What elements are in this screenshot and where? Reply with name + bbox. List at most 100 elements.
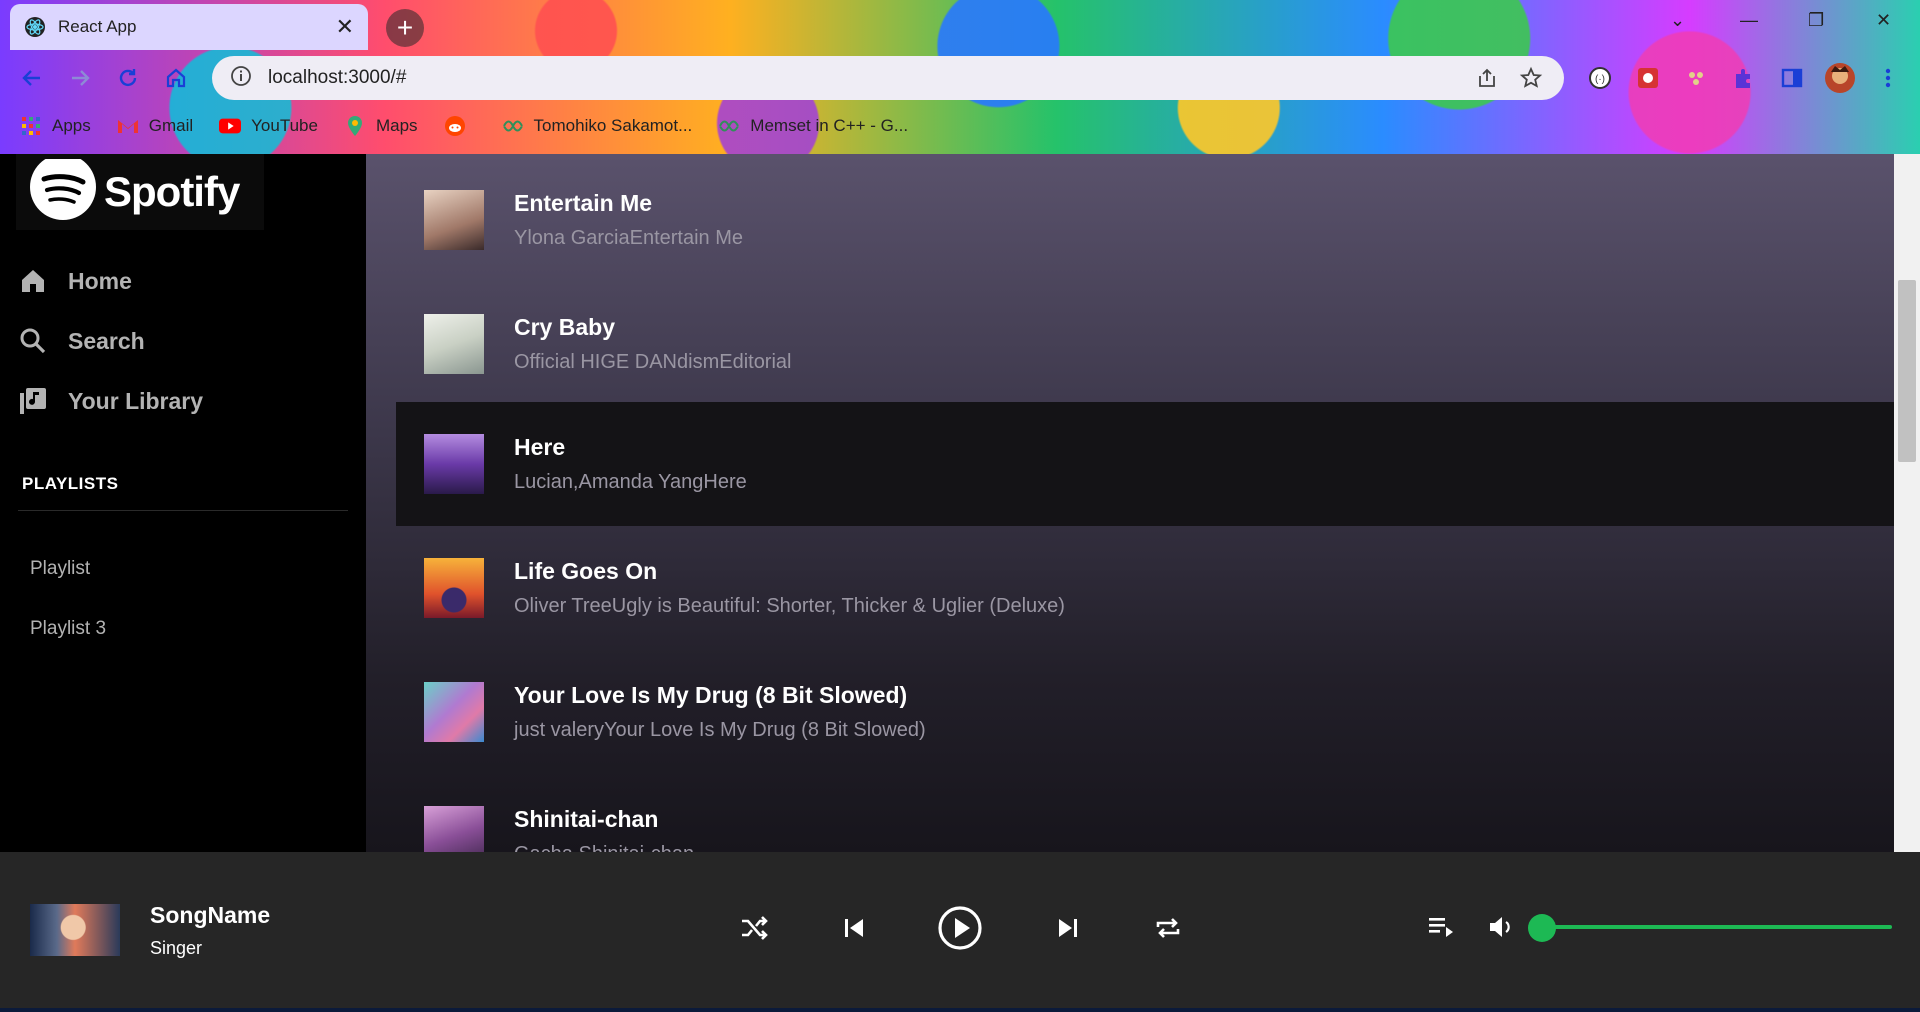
track-subtitle: Gacha Shinitai-chan [514,843,694,852]
track-title: Cry Baby [514,314,615,340]
reload-icon[interactable] [112,62,144,94]
library-icon [18,386,48,416]
spotify-logo-icon [30,159,96,220]
track-row[interactable]: Shinitai-chan Gacha Shinitai-chan [396,774,1894,852]
bookmarks-bar: Apps Gmail YouTube Maps Tomohiko Sakamot… [0,110,934,142]
minimize-icon[interactable]: — [1740,10,1758,31]
new-tab-button[interactable]: + [386,9,424,47]
home-browser-icon[interactable] [160,62,192,94]
sidebar: Spotify Home Search Your Library PLAYLIS… [0,154,366,852]
track-row[interactable]: Your Love Is My Drug (8 Bit Slowed) just… [396,650,1894,774]
bookmark-apps[interactable]: Apps [20,115,91,137]
album-art [424,434,484,494]
track-list: Entertain Me Ylona GarciaEntertain Me Cr… [366,154,1894,852]
extensions-puzzle-icon[interactable] [1728,62,1760,94]
bookmark-label: Maps [375,116,418,135]
url-text[interactable]: localhost:3000/# [268,67,1458,89]
album-art [424,190,484,250]
logo-text: Spotify [104,168,240,215]
play-button[interactable] [936,904,984,952]
link-icon [718,115,740,137]
share-icon[interactable] [1472,63,1502,93]
track-title: Entertain Me [514,190,653,216]
bookmark-label: Tomohiko Sakamot... [533,116,693,135]
search-icon [18,326,48,356]
album-art [424,314,484,374]
scrollbar-track[interactable] [1894,154,1920,852]
previous-track-icon[interactable] [836,910,872,946]
track-subtitle: Ylona GarciaEntertain Me [514,227,744,249]
track-title: Your Love Is My Drug (8 Bit Slowed) [514,682,908,708]
player-bar: SongName Singer [0,852,1920,1008]
restore-icon[interactable]: ❐ [1808,10,1824,31]
playlist-item[interactable]: Playlist 3 [30,618,106,640]
bookmark-tomohiko[interactable]: Tomohiko Sakamot... [502,115,693,137]
track-title: Here [514,434,566,460]
volume-slider-track[interactable] [1540,925,1892,929]
bookmark-label: Gmail [148,116,194,135]
taskbar-edge [0,1008,1920,1012]
extension-circle-icon[interactable]: (·) [1584,62,1616,94]
sidebar-item-library[interactable]: Your Library [18,386,203,416]
track-subtitle: Lucian,Amanda YangHere [514,471,747,493]
sidebar-item-label: Search [68,327,145,354]
close-window-icon[interactable]: ✕ [1876,10,1891,31]
svg-text:(·): (·) [1595,74,1605,85]
sidebar-item-search[interactable]: Search [18,326,145,356]
repeat-icon[interactable] [1150,910,1186,946]
scrollbar-thumb[interactable] [1898,280,1916,462]
track-subtitle: Official HIGE DANdismEditorial [514,351,792,373]
browser-toolbar: localhost:3000/# (·) [0,56,1920,100]
sidebar-item-home[interactable]: Home [18,266,132,296]
bookmark-reddit[interactable] [444,115,476,137]
shuffle-icon[interactable] [736,910,772,946]
bookmark-maps[interactable]: Maps [344,115,418,137]
track-row-active[interactable]: Here Lucian,Amanda YangHere [396,402,1894,526]
queue-icon[interactable] [1424,910,1458,944]
back-icon[interactable] [16,62,48,94]
volume-slider-handle[interactable] [1528,914,1556,942]
playlists-divider [18,510,348,511]
browser-chrome: React App ✕ + ⌄ — ❐ ✕ localhost:3000/# (… [0,0,1920,154]
album-art [424,558,484,618]
address-bar[interactable]: localhost:3000/# [212,56,1564,100]
album-art [424,682,484,742]
track-row[interactable]: Life Goes On Oliver TreeUgly is Beautifu… [396,526,1894,650]
now-playing-artist: Singer [150,938,203,958]
bookmark-label: Apps [52,116,91,135]
extension-dots-icon[interactable] [1680,62,1712,94]
bookmark-youtube[interactable]: YouTube [219,115,318,137]
browser-tab[interactable]: React App ✕ [10,4,368,50]
link-icon [502,115,524,137]
album-art [424,806,484,852]
track-row[interactable]: Entertain Me Ylona GarciaEntertain Me [396,158,1894,282]
volume-icon[interactable] [1484,910,1518,944]
home-icon [18,266,48,296]
apps-grid-icon [20,115,42,137]
now-playing-art [30,904,120,956]
menu-kebab-icon[interactable] [1872,62,1904,94]
track-title: Shinitai-chan [514,806,659,832]
bookmark-label: YouTube [251,116,318,135]
close-tab-icon[interactable]: ✕ [336,14,354,40]
reddit-icon [444,115,466,137]
maps-pin-icon [344,115,366,137]
side-panel-icon[interactable] [1776,62,1808,94]
site-info-icon[interactable] [230,65,252,92]
bookmark-gmail[interactable]: Gmail [117,115,193,137]
playlists-heading: PLAYLISTS [22,474,119,493]
track-title: Life Goes On [514,558,658,584]
track-row[interactable]: Cry Baby Official HIGE DANdismEditorial [396,282,1894,406]
extension-red-icon[interactable] [1632,62,1664,94]
sidebar-item-label: Home [68,267,132,294]
profile-avatar[interactable] [1824,62,1856,94]
minimize-chevron-icon[interactable]: ⌄ [1670,10,1685,31]
next-track-icon[interactable] [1050,910,1086,946]
playlist-item[interactable]: Playlist [30,558,90,580]
bookmark-star-icon[interactable] [1516,63,1546,93]
forward-icon[interactable] [64,62,96,94]
spotify-logo[interactable]: Spotify [16,154,264,230]
youtube-icon [219,115,242,137]
bookmark-memset[interactable]: Memset in C++ - G... [718,115,908,137]
bookmark-label: Memset in C++ - G... [750,116,909,135]
